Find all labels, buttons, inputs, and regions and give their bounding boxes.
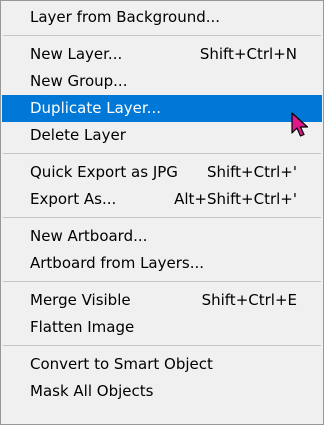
menu-item-convert-to-smart-object[interactable]: Convert to Smart Object: [1, 351, 323, 378]
menu-separator: [3, 281, 321, 283]
menu-item-label: Flatten Image: [30, 318, 135, 336]
menu-item-shortcut: Shift+Ctrl+': [206, 163, 297, 181]
menu-item-new-group[interactable]: New Group...: [1, 68, 323, 95]
menu-item-label: Mask All Objects: [30, 382, 154, 400]
menu-item-delete-layer[interactable]: Delete Layer: [1, 122, 323, 149]
menu-item-quick-export-as-jpg[interactable]: Quick Export as JPG Shift+Ctrl+': [1, 159, 323, 186]
menu-item-artboard-from-layers[interactable]: Artboard from Layers...: [1, 250, 323, 277]
menu-item-new-layer[interactable]: New Layer... Shift+Ctrl+N: [1, 41, 323, 68]
menu-separator: [3, 217, 321, 219]
menu-item-label: Export As...: [30, 190, 117, 208]
menu-item-merge-visible[interactable]: Merge Visible Shift+Ctrl+E: [1, 287, 323, 314]
menu-item-export-as[interactable]: Export As... Alt+Shift+Ctrl+': [1, 186, 323, 213]
menu-item-label: Quick Export as JPG: [30, 163, 178, 181]
menu-item-layer-from-background[interactable]: Layer from Background...: [1, 4, 323, 31]
menu-item-duplicate-layer[interactable]: Duplicate Layer...: [2, 95, 322, 122]
context-menu: Layer from Background... New Layer... Shif…: [0, 0, 324, 425]
menu-item-label: New Group...: [30, 72, 128, 90]
menu-item-label: Layer from Background...: [30, 8, 221, 26]
mouse-pointer-icon: [291, 112, 309, 137]
menu-item-mask-all-objects[interactable]: Mask All Objects: [1, 378, 323, 405]
menu-item-label: New Artboard...: [30, 227, 148, 245]
menu-separator: [3, 153, 321, 155]
menu-item-shortcut: Shift+Ctrl+E: [201, 291, 297, 309]
menu-items: Layer from Background... New Layer... Shif…: [1, 4, 323, 405]
menu-item-label: Artboard from Layers...: [30, 254, 205, 272]
menu-separator: [3, 35, 321, 37]
menu-separator: [3, 345, 321, 347]
menu-item-shortcut: Alt+Shift+Ctrl+': [174, 190, 297, 208]
menu-item-shortcut: Shift+Ctrl+N: [199, 45, 297, 63]
menu-item-label: New Layer...: [30, 45, 123, 63]
menu-item-label: Merge Visible: [30, 291, 131, 309]
menu-item-flatten-image[interactable]: Flatten Image: [1, 314, 323, 341]
menu-item-new-artboard[interactable]: New Artboard...: [1, 223, 323, 250]
menu-item-label: Delete Layer: [30, 126, 126, 144]
menu-item-label: Convert to Smart Object: [30, 355, 213, 373]
menu-item-label: Duplicate Layer...: [30, 99, 161, 117]
